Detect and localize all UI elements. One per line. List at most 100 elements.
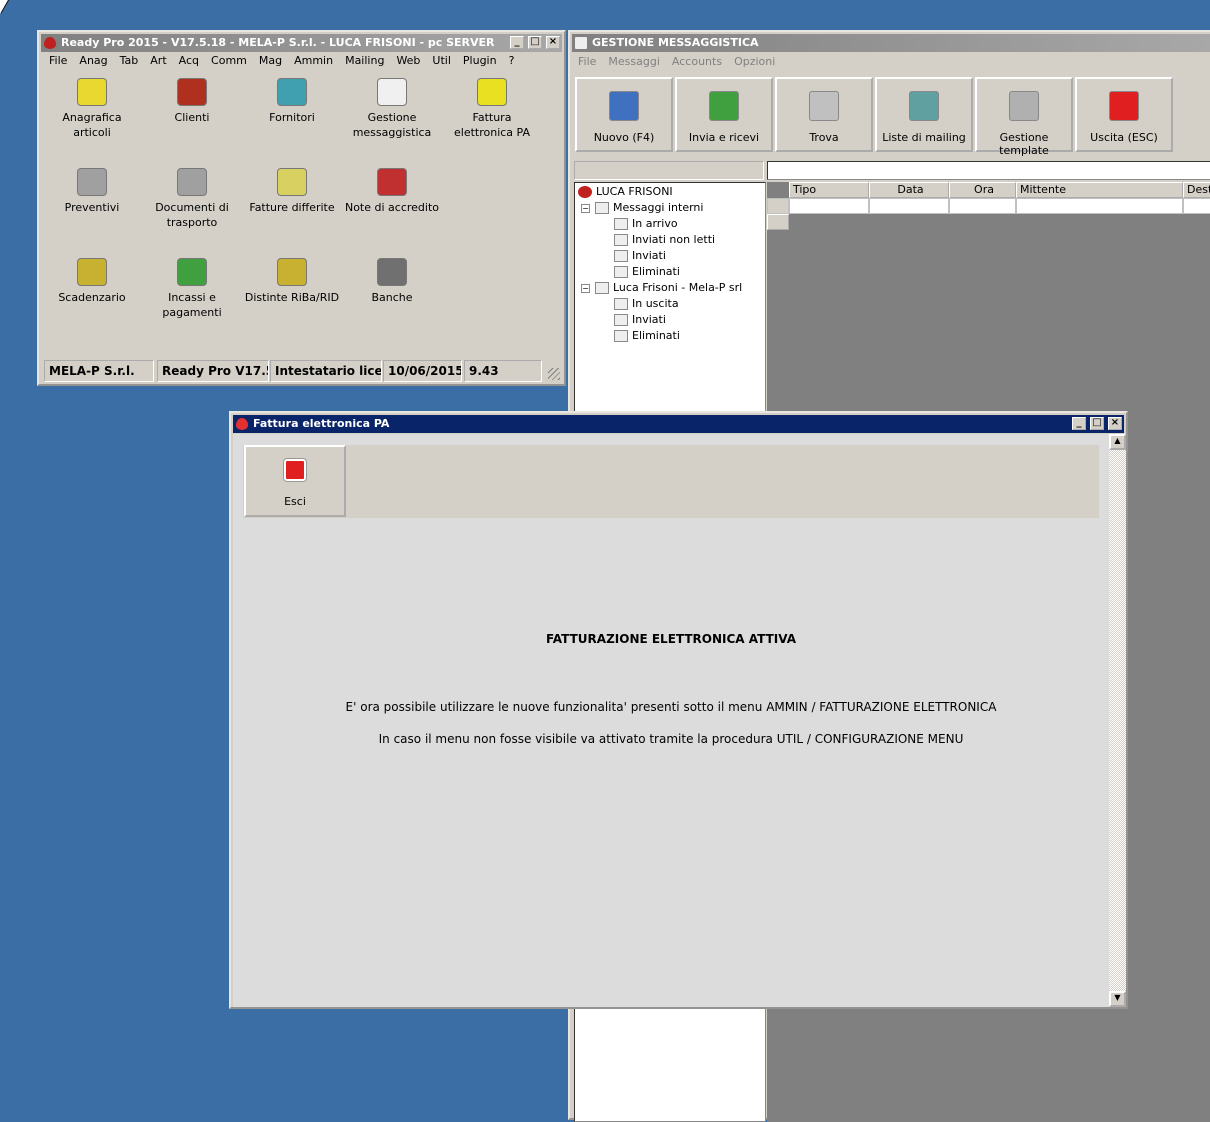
shortcut-label: Note di accredito xyxy=(344,201,440,214)
table-cell[interactable] xyxy=(869,198,949,214)
tree-item[interactable]: In arrivo xyxy=(614,217,678,231)
table-cell[interactable] xyxy=(1183,198,1210,214)
shortcut-document-people[interactable]: Documenti di trasporto xyxy=(142,168,242,230)
menu-item[interactable]: Web xyxy=(390,54,426,67)
menu-item[interactable]: File xyxy=(572,55,602,68)
close-button[interactable]: × xyxy=(546,36,560,49)
table-cell[interactable] xyxy=(949,198,1016,214)
minimize-button[interactable]: _ xyxy=(1072,417,1086,430)
strawberry-icon xyxy=(44,37,56,49)
shortcut-money[interactable]: Incassi e pagamenti xyxy=(142,258,242,320)
yellow-box-icon xyxy=(77,78,107,106)
tree-item[interactable]: Eliminati xyxy=(614,329,680,343)
table-cell[interactable] xyxy=(789,198,869,214)
maximize-button[interactable]: □ xyxy=(1090,417,1104,430)
shortcut-money-bag[interactable]: Scadenzario xyxy=(42,258,142,305)
toolbar-label: Invia e ricevi xyxy=(688,131,760,144)
toolbar-label: Uscita (ESC) xyxy=(1090,131,1158,144)
shortcut-document-people[interactable]: Fatture differite xyxy=(242,168,342,215)
folder-icon xyxy=(614,218,628,230)
money-bag-icon xyxy=(277,258,307,286)
menu-item[interactable]: Anag xyxy=(73,54,113,67)
envelope-icon xyxy=(575,37,587,49)
power-icon xyxy=(1109,91,1139,121)
message-search-field[interactable] xyxy=(767,161,1210,180)
menu-item[interactable]: Art xyxy=(144,54,172,67)
window-title: Ready Pro 2015 - V17.5.18 - MELA-P S.r.l… xyxy=(61,36,495,49)
menu-item[interactable]: ? xyxy=(503,54,521,67)
shortcut-document-people[interactable]: Preventivi xyxy=(42,168,142,215)
tree-item[interactable]: Inviati non letti xyxy=(614,233,715,247)
menu-item[interactable]: Opzioni xyxy=(728,55,781,68)
collapse-icon[interactable]: − xyxy=(581,284,590,293)
minimize-button[interactable]: _ xyxy=(510,36,524,49)
menu-item[interactable]: Plugin xyxy=(457,54,503,67)
tree-item[interactable]: − Messaggi interni xyxy=(581,201,703,215)
toolbar-panel xyxy=(243,445,1099,518)
folder-icon xyxy=(614,234,628,246)
maximize-button[interactable]: □ xyxy=(528,36,542,49)
menu-item[interactable]: Acq xyxy=(173,54,205,67)
main-window-titlebar[interactable]: Ready Pro 2015 - V17.5.18 - MELA-P S.r.l… xyxy=(41,34,562,52)
window-title: Fattura elettronica PA xyxy=(253,417,390,430)
document-people-icon xyxy=(277,168,307,196)
tree-item[interactable]: Inviati xyxy=(614,313,666,327)
scroll-down-button[interactable]: ▼ xyxy=(1109,991,1126,1007)
shortcut-clients[interactable]: Clienti xyxy=(142,78,242,125)
column-header[interactable]: Destinatario xyxy=(1183,182,1210,198)
shortcut-label: Fornitori xyxy=(269,111,315,124)
tree-item[interactable]: Eliminati xyxy=(614,265,680,279)
table-cell[interactable] xyxy=(1016,198,1183,214)
template-icon xyxy=(1009,91,1039,121)
toolbar-label: Liste di mailing xyxy=(882,131,966,144)
folder-icon xyxy=(614,250,628,262)
toolbar-button-power[interactable]: Uscita (ESC) xyxy=(1075,77,1173,152)
menu-item[interactable]: Accounts xyxy=(666,55,728,68)
column-header[interactable]: Data xyxy=(869,182,949,198)
menu-item[interactable]: Tab xyxy=(114,54,145,67)
shortcut-document-people[interactable]: Note di accredito xyxy=(342,168,442,215)
shortcut-banker[interactable]: Banche xyxy=(342,258,442,305)
tree-item[interactable]: Inviati xyxy=(614,249,666,263)
shortcut-label: Incassi e pagamenti xyxy=(162,291,222,319)
messaging-titlebar[interactable]: GESTIONE MESSAGGISTICA xyxy=(572,34,1210,52)
tree-item[interactable]: − Luca Frisoni - Mela-P srl xyxy=(581,281,742,295)
collapse-icon[interactable]: − xyxy=(581,204,590,213)
toolbar-button-search-envelope[interactable]: Trova xyxy=(775,77,873,152)
strawberry-icon xyxy=(578,186,592,198)
menu-item[interactable]: Comm xyxy=(205,54,253,67)
envelope-icon xyxy=(377,78,407,106)
content-area xyxy=(233,434,1109,1007)
info-line-1: E' ora possibile utilizzare le nuove fun… xyxy=(345,700,997,714)
tree-item[interactable]: LUCA FRISONI xyxy=(578,185,673,199)
column-header[interactable]: Tipo xyxy=(789,182,869,198)
menu-item[interactable]: Messaggi xyxy=(602,55,665,68)
column-header[interactable]: Ora xyxy=(949,182,1016,198)
esci-button[interactable]: Esci xyxy=(244,445,346,517)
clients-icon xyxy=(177,78,207,106)
toolbar-button-template[interactable]: Gestione template xyxy=(975,77,1073,157)
vertical-scrollbar[interactable]: ▲ ▼ xyxy=(1109,434,1126,1007)
scroll-up-button[interactable]: ▲ xyxy=(1109,434,1126,450)
shortcut-money-bag[interactable]: Distinte RiBa/RID xyxy=(242,258,342,305)
menu-item[interactable]: Ammin xyxy=(288,54,339,67)
shortcut-yellow-box[interactable]: Fattura elettronica PA xyxy=(442,78,542,140)
toolbar-button-mailing-list[interactable]: Liste di mailing xyxy=(875,77,973,152)
shortcut-suppliers[interactable]: Fornitori xyxy=(242,78,342,125)
menu-item[interactable]: File xyxy=(43,54,73,67)
close-button[interactable]: × xyxy=(1108,417,1122,430)
column-header[interactable]: Mittente xyxy=(1016,182,1183,198)
toolbar-button-pen-envelope[interactable]: Nuovo (F4) xyxy=(575,77,673,152)
menu-item[interactable]: Util xyxy=(426,54,456,67)
resize-grip[interactable] xyxy=(548,368,560,380)
toolbar-button-send-receive[interactable]: Invia e ricevi xyxy=(675,77,773,152)
status-panel: 10/06/2015 xyxy=(383,360,462,382)
shortcut-envelope[interactable]: Gestione messaggistica xyxy=(342,78,442,140)
tree-item[interactable]: In uscita xyxy=(614,297,679,311)
menu-item[interactable]: Mag xyxy=(253,54,288,67)
send-receive-icon xyxy=(709,91,739,121)
main-menubar: File Anag Tab Art Acq Comm Mag Ammin Mailing Web U… xyxy=(43,54,520,67)
fattura-titlebar[interactable]: Fattura elettronica PA _ □ × xyxy=(233,415,1124,433)
shortcut-yellow-box[interactable]: Anagrafica articoli xyxy=(42,78,142,140)
menu-item[interactable]: Mailing xyxy=(339,54,390,67)
